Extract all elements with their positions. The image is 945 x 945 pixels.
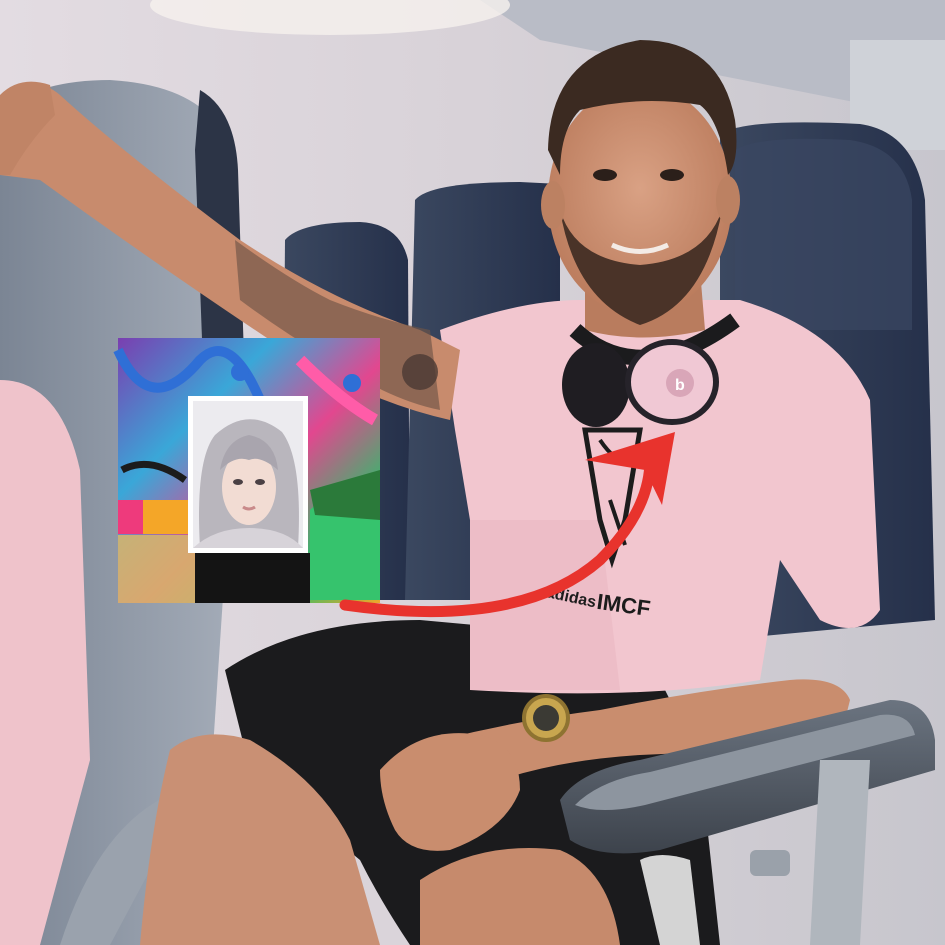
inset-black-top xyxy=(195,553,310,603)
watch-face xyxy=(533,705,559,731)
right-armrest-support xyxy=(810,760,870,945)
inset-collage-dot-2 xyxy=(343,374,361,392)
inset-portrait-eye-right xyxy=(255,479,265,485)
inset-collage-stripe-pink xyxy=(118,500,143,534)
seatbelt-buckle xyxy=(750,850,790,876)
ear-left xyxy=(541,181,565,229)
arm-tattoo-eye xyxy=(402,354,438,390)
ear-right xyxy=(716,176,740,224)
eye-left xyxy=(593,169,617,181)
headphone-logo-text: b xyxy=(675,377,685,394)
eye-right xyxy=(660,169,684,181)
headphone-cup-left xyxy=(562,343,630,427)
inset-portrait-eye-left xyxy=(233,479,243,485)
photo-scene: adidas IMCF b xyxy=(0,0,945,945)
inset-collage-dot-1 xyxy=(231,363,249,381)
inset-photo xyxy=(113,338,380,603)
seat-headrest-highlight xyxy=(735,138,912,330)
inset-collage-foil xyxy=(118,535,198,603)
